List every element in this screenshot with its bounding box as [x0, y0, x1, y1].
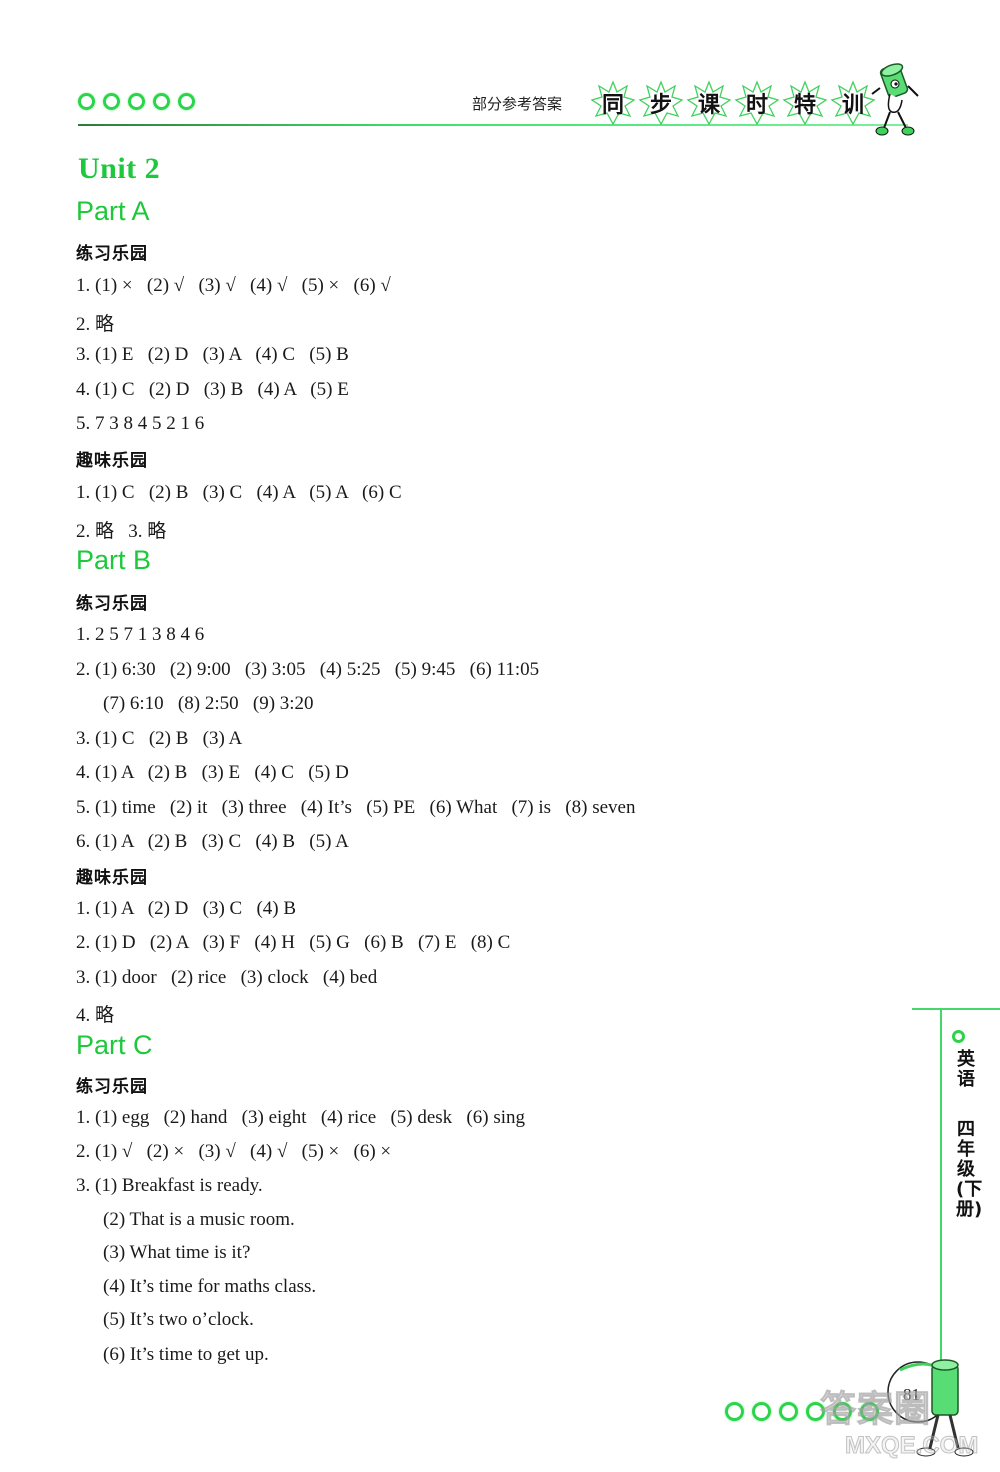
answer-line: 1. (1) × (2) √ (3) √ (4) √ (5) × (6) √	[76, 275, 391, 296]
circle-icon	[103, 93, 120, 110]
part-a-practice-title: 练习乐园	[76, 244, 148, 264]
header-label: 部分参考答案	[472, 95, 563, 113]
circle-icon	[752, 1402, 771, 1421]
series-title-char: 步	[649, 93, 672, 118]
answer-line: 2. (1) 6:30 (2) 9:00 (3) 3:05 (4) 5:25 (…	[76, 659, 540, 680]
answer-line: 5. (1) time (2) it (3) three (4) It’s (5…	[76, 797, 636, 818]
answer-line: 2. (1) √ (2) × (3) √ (4) √ (5) × (6) ×	[76, 1141, 392, 1162]
side-grade: 四年级(下册)	[956, 1119, 983, 1220]
part-a-fun-title: 趣味乐园	[76, 451, 148, 471]
answer-line: 1. (1) A (2) D (3) C (4) B	[76, 898, 297, 919]
side-subject: 英语	[957, 1049, 975, 1090]
side-divider	[912, 1008, 1000, 1010]
unit-title: Unit 2	[78, 152, 161, 185]
part-b-title: Part B	[76, 545, 152, 575]
star-badge: 时	[734, 80, 780, 126]
series-title-char: 时	[745, 93, 768, 118]
answer-line: 3. (1) door (2) rice (3) clock (4) bed	[76, 967, 378, 988]
watermark: 答案圈	[819, 1388, 932, 1430]
answer-line: (6) It’s time to get up.	[103, 1344, 269, 1365]
star-badge: 特	[782, 80, 828, 126]
answer-line: 3. (1) E (2) D (3) A (4) C (5) B	[76, 344, 349, 365]
star-badge: 步	[638, 80, 684, 126]
answer-line: 2. (1) D (2) A (3) F (4) H (5) G (6) B (…	[76, 932, 511, 953]
answer-line: (3) What time is it?	[103, 1242, 251, 1263]
circle-icon	[725, 1402, 744, 1421]
pencil-mascot-icon	[871, 63, 919, 136]
answer-line: 2. 略	[76, 314, 115, 335]
watermark-url: MXQE.COM	[844, 1432, 979, 1460]
answer-line: 3. (1) C (2) B (3) A	[76, 728, 243, 749]
circle-icon	[779, 1402, 798, 1421]
answer-line: 1. (1) egg (2) hand (3) eight (4) rice (…	[76, 1107, 526, 1128]
part-c-title: Part C	[76, 1030, 153, 1060]
series-title-char: 训	[841, 93, 864, 118]
answer-line: 3. (1) Breakfast is ready.	[76, 1175, 263, 1196]
answer-line: 6. (1) A (2) B (3) C (4) B (5) A	[76, 831, 349, 852]
circle-icon	[128, 93, 145, 110]
part-c-practice-title: 练习乐园	[76, 1077, 148, 1097]
answer-line: 1. 2 5 7 1 3 8 4 6	[76, 624, 205, 645]
part-a-title: Part A	[76, 196, 150, 226]
part-b-practice-title: 练习乐园	[76, 594, 148, 614]
answer-line: 4. 略	[76, 1005, 115, 1026]
answer-line: 4. (1) A (2) B (3) E (4) C (5) D	[76, 762, 349, 783]
answer-line: (4) It’s time for maths class.	[103, 1276, 317, 1297]
answer-line: 4. (1) C (2) D (3) B (4) A (5) E	[76, 379, 349, 400]
series-title: 同 步 课 时 特 训	[590, 80, 876, 126]
answer-line: 5. 7 3 8 4 5 2 1 6	[76, 413, 205, 434]
star-badge: 同	[590, 80, 636, 126]
star-badge: 课	[686, 80, 732, 126]
answer-line: 2. 略 3. 略	[76, 521, 167, 542]
answer-line: (2) That is a music room.	[103, 1209, 295, 1230]
page-header: 部分参考答案 同 步 课 时 特 训	[0, 0, 1000, 150]
circle-icon	[153, 93, 170, 110]
series-title-char: 同	[601, 93, 624, 118]
decorative-dots	[78, 93, 195, 110]
answer-line: (7) 6:10 (8) 2:50 (9) 3:20	[103, 693, 314, 714]
answer-line: 1. (1) C (2) B (3) C (4) A (5) A (6) C	[76, 482, 402, 503]
circle-icon	[78, 93, 95, 110]
circle-icon	[178, 93, 195, 110]
part-b-fun-title: 趣味乐园	[76, 868, 148, 888]
answer-line: (5) It’s two o’clock.	[103, 1309, 254, 1330]
series-title-char: 课	[697, 93, 720, 118]
series-title-char: 特	[793, 93, 816, 118]
circle-icon	[952, 1030, 965, 1043]
